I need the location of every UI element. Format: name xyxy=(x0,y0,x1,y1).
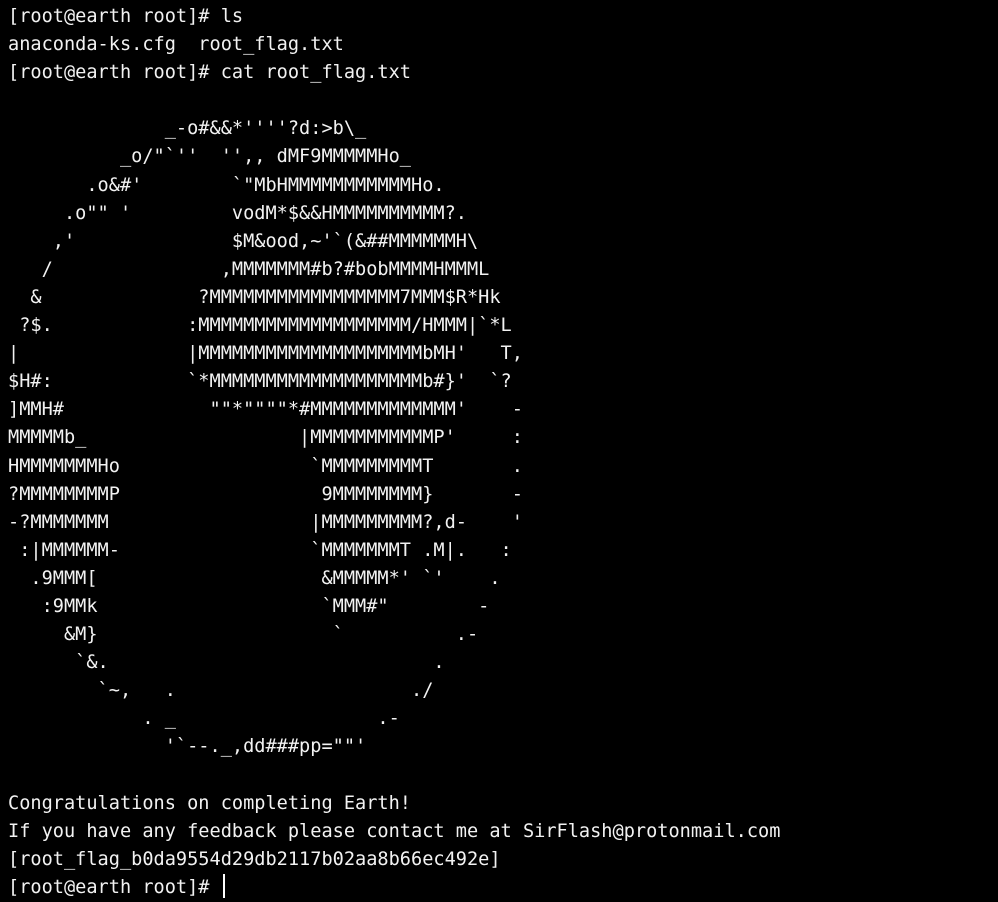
terminal-line: :|MMMMMM- `MMMMMMMT .M|. : xyxy=(8,539,512,561)
terminal-line: [root@earth root]# ls xyxy=(8,6,244,27)
terminal-line: `&. . xyxy=(8,652,445,674)
terminal-line: ,' $M&ood,~'`(&##MMMMMMH\ xyxy=(8,230,479,252)
terminal-line: .9MMM[ &MMMMM*' `' . xyxy=(8,567,501,589)
terminal-line: . _ .- xyxy=(8,708,400,730)
terminal-line: / ,MMMMMMM#b?#bobMMMMHMMML xyxy=(8,258,490,280)
terminal-line: :9MMk `MMM#" - xyxy=(8,595,490,617)
terminal-line: _-o#&&*''''?d:>b\_ xyxy=(8,118,367,140)
terminal-line: -?MMMMMMM |MMMMMMMMM?,d- ' xyxy=(8,511,523,533)
terminal-line: ?$. :MMMMMMMMMMMMMMMMMMM/HMMM|`*L xyxy=(8,315,512,337)
terminal-line: $H#: `*MMMMMMMMMMMMMMMMMMMb#}' `? xyxy=(8,371,512,393)
terminal-line: [root_flag_b0da9554d29db2117b02aa8b66ec4… xyxy=(8,848,501,870)
terminal-line: .o&#' `"MbHMMMMMMMMMMMHo. xyxy=(8,174,445,196)
terminal-line: anaconda-ks.cfg root_flag.txt xyxy=(8,34,344,56)
text-cursor xyxy=(222,873,225,898)
terminal-line: [root@earth root]# cat root_flag.txt xyxy=(8,62,411,84)
terminal-line: '`--._,dd###pp=""' xyxy=(8,736,367,758)
terminal-line: Congratulations on completing Earth! xyxy=(8,792,411,814)
terminal-line: | |MMMMMMMMMMMMMMMMMMMMbMH' T, xyxy=(8,343,523,365)
terminal-line: ]MMH# ""*""""*#MMMMMMMMMMMMM' - xyxy=(8,399,523,421)
terminal-prompt-line[interactable]: [root@earth root]# xyxy=(8,873,998,902)
terminal-prompt: [root@earth root]# xyxy=(8,876,221,898)
terminal-line: If you have any feedback please contact … xyxy=(8,820,781,842)
terminal-line: _o/"`'' '',, dMF9MMMMMHo_ xyxy=(8,146,411,168)
terminal-line: MMMMMb_ |MMMMMMMMMMMP' : xyxy=(8,427,523,449)
terminal-line: HMMMMMMMHo `MMMMMMMMMT . xyxy=(8,455,523,477)
terminal-line: & ?MMMMMMMMMMMMMMMMM7MMM$R*Hk xyxy=(8,286,501,308)
terminal-line: `~, . ./ xyxy=(8,680,434,702)
terminal-line: .o"" ' vodM*$&&HMMMMMMMMMM?. xyxy=(8,202,467,224)
terminal-window[interactable]: [root@earth root]# ls anaconda-ks.cfg roo… xyxy=(0,0,998,902)
terminal-output: [root@earth root]# ls anaconda-ks.cfg roo… xyxy=(8,3,998,874)
terminal-line: &M} ` .- xyxy=(8,624,479,646)
terminal-line: ?MMMMMMMMP 9MMMMMMMM} - xyxy=(8,483,523,505)
